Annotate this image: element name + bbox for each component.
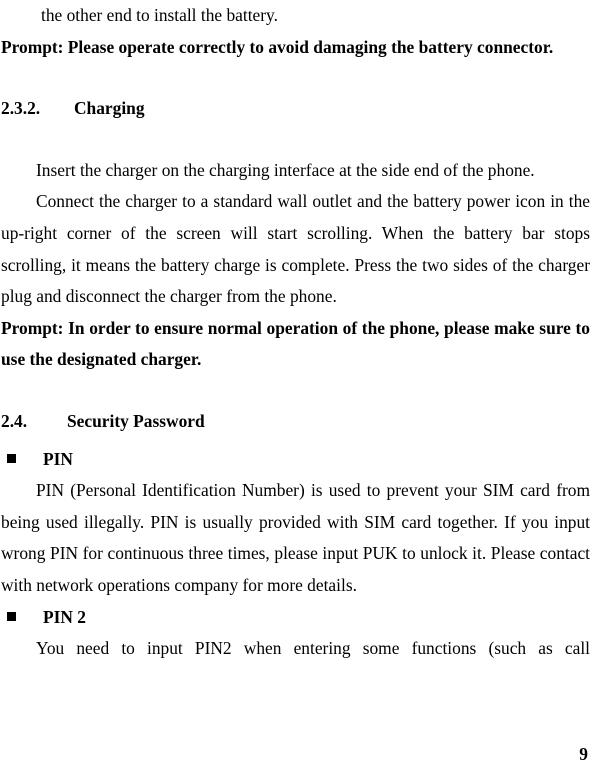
document-page: the other end to install the battery. Pr… bbox=[0, 0, 592, 768]
continued-paragraph: the other end to install the battery. bbox=[41, 5, 278, 25]
bullet-item-pin-label: PIN bbox=[43, 448, 73, 469]
paragraph-insert-charger: Insert the charger on the charging inter… bbox=[36, 159, 535, 180]
bullet-item-pin2: PIN 2 bbox=[1, 602, 590, 634]
heading-2-4-title: Security Password bbox=[67, 410, 205, 431]
heading-spacer bbox=[1, 125, 590, 155]
heading-2-3-2: 2.3.2. Charging bbox=[1, 93, 590, 125]
prompt-designated-charger: Prompt: In order to ensure normal operat… bbox=[1, 317, 590, 370]
heading-2-4: 2.4. Security Password bbox=[1, 406, 590, 438]
paragraph-connect-charger: Connect the charger to a standard wall o… bbox=[1, 191, 590, 307]
square-bullet-icon bbox=[7, 453, 16, 463]
page-number: 9 bbox=[579, 744, 588, 764]
bullet-item-pin: PIN bbox=[1, 444, 590, 476]
heading-2-4-number: 2.4. bbox=[1, 410, 28, 431]
section-spacer-2 bbox=[1, 376, 590, 406]
square-bullet-icon bbox=[7, 611, 16, 621]
paragraph-pin2-description: You need to input PIN2 when entering som… bbox=[36, 638, 590, 659]
heading-2-3-2-number: 2.3.2. bbox=[1, 98, 41, 119]
paragraph-pin-description: PIN (Personal Identification Number) is … bbox=[1, 480, 590, 595]
prompt-battery-connector: Prompt: Please operate correctly to avoi… bbox=[1, 36, 554, 57]
heading-2-3-2-title: Charging bbox=[74, 98, 145, 119]
bullet-item-pin2-label: PIN 2 bbox=[43, 606, 86, 627]
